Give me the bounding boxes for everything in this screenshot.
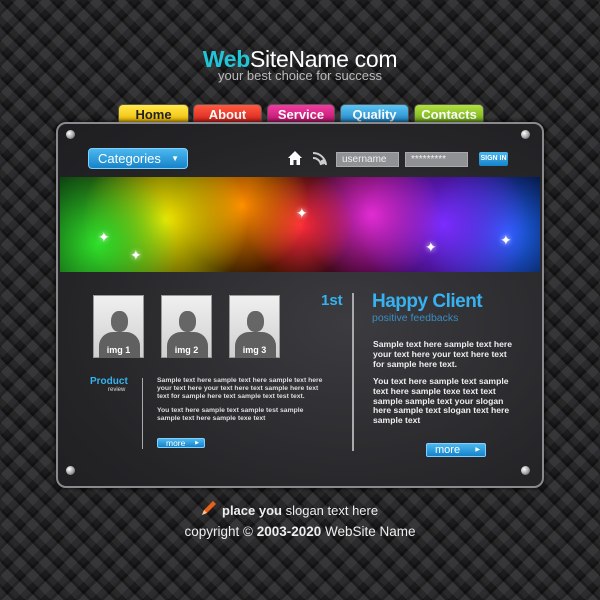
profile-image-2[interactable]: img 2 [161,295,212,358]
username-input[interactable]: username [336,152,399,167]
profile-image-1[interactable]: img 1 [93,295,144,358]
screw-icon [521,130,530,139]
tab-home[interactable]: Home [118,104,189,124]
product-text-1: Sample text here sample text here sample… [157,377,323,400]
arrow-right-icon: ▶ [195,440,199,446]
divider [352,293,354,451]
home-icon[interactable] [287,150,303,166]
password-input[interactable]: ********* [405,152,468,167]
product-more-button[interactable]: more ▶ [157,438,205,448]
screw-icon [66,466,75,475]
tagline: your best choice for success [217,68,383,83]
screw-icon [66,130,75,139]
client-text-1: Sample text here sample text here your t… [373,339,512,369]
hero-banner: ✦ ✦ ✦ ✦ ✦ [60,177,540,272]
tab-contacts[interactable]: Contacts [414,104,484,124]
chevron-down-icon: ▼ [171,154,179,163]
sign-in-button[interactable]: SIGN IN [479,152,508,166]
rss-icon[interactable] [311,150,327,166]
client-subtitle: positive feedbacks [372,312,459,324]
sparkle-icon: ✦ [500,232,512,248]
product-text-2: You text here sample text sample test sa… [157,407,304,422]
footer-slogan: place you slogan text here [222,503,379,518]
rank-label: 1st [321,292,343,309]
screw-icon [521,466,530,475]
product-title: Product [90,376,128,387]
copyright: copyright © 2003-2020 WebSite Name [184,524,416,539]
client-more-button[interactable]: more ▶ [426,443,486,457]
tab-quality[interactable]: Quality [340,104,409,124]
sparkle-icon: ✦ [98,229,110,245]
sparkle-icon: ✦ [296,205,308,221]
divider [142,378,143,449]
pencil-icon [202,501,216,515]
tab-service[interactable]: Service [267,104,335,124]
arrow-right-icon: ▶ [475,447,480,453]
tab-about[interactable]: About [193,104,262,124]
client-title: Happy Client [372,291,483,312]
product-subtitle: review [108,387,126,393]
sparkle-icon: ✦ [130,247,142,263]
profile-image-3[interactable]: img 3 [229,295,280,358]
client-text-2: You text here sample text sample text he… [373,376,510,426]
sparkle-icon: ✦ [425,239,437,255]
categories-dropdown[interactable]: Categories ▼ [88,148,188,169]
